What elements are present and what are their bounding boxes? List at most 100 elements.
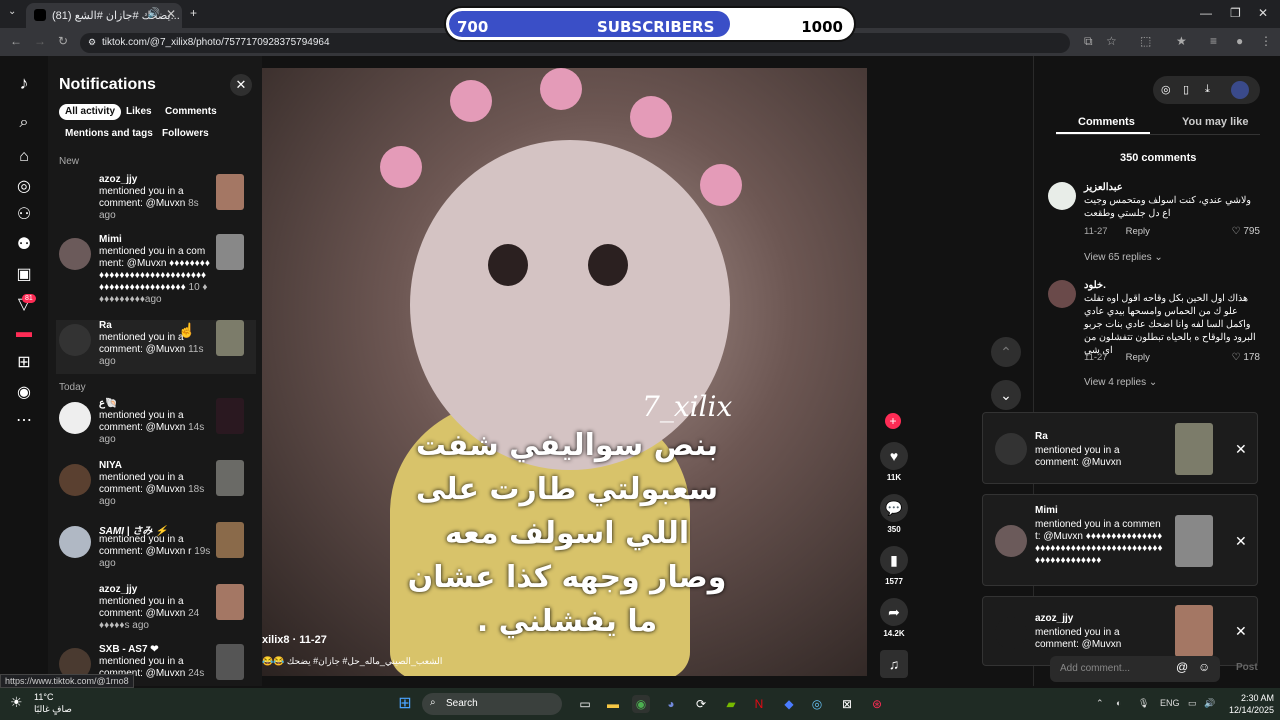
- tray-chevron-icon[interactable]: ⌃: [1096, 698, 1104, 709]
- browser-tab[interactable]: (81) يضحك #جازان #الشع... 🔊 ✕: [26, 3, 182, 28]
- video-thumbnail[interactable]: [216, 174, 244, 210]
- mention-icon[interactable]: @: [1176, 660, 1188, 674]
- video-thumbnail[interactable]: [1175, 515, 1213, 567]
- following-icon[interactable]: ⚇: [15, 206, 33, 224]
- follow-plus-icon[interactable]: +: [885, 413, 901, 429]
- add-comment-input[interactable]: Add comment...: [1050, 656, 1220, 682]
- netflix-icon[interactable]: N: [750, 695, 768, 713]
- search-icon[interactable]: ⌕: [15, 114, 33, 132]
- reading-list-icon[interactable]: ≡: [1210, 34, 1217, 48]
- extensions-icon[interactable]: ⬚: [1140, 34, 1151, 48]
- emoji-icon[interactable]: ☺: [1198, 660, 1210, 674]
- windows-start-icon[interactable]: ⊞: [396, 695, 414, 713]
- notification-toast[interactable]: Ra mentioned you in a comment: @Muvxn ✕: [982, 412, 1258, 484]
- task-view-icon[interactable]: ▭: [576, 695, 594, 713]
- toast-close-icon[interactable]: ✕: [1235, 533, 1247, 550]
- video-thumbnail[interactable]: [216, 584, 244, 620]
- home-icon[interactable]: ⌂: [15, 148, 33, 166]
- microphone-icon[interactable]: 🎙: [1138, 698, 1149, 709]
- app-icon[interactable]: ◆: [780, 695, 798, 713]
- chrome-icon[interactable]: ◉: [632, 695, 650, 713]
- profile-avatar-icon[interactable]: ●: [1236, 34, 1243, 48]
- music-disc-icon[interactable]: ♫: [880, 650, 908, 678]
- comment-author[interactable]: خلود.: [1084, 280, 1106, 291]
- forward-icon[interactable]: →: [34, 34, 46, 48]
- site-info-icon[interactable]: ⚙: [88, 37, 96, 48]
- tab-comments[interactable]: Comments: [1078, 116, 1135, 128]
- video-thumbnail[interactable]: [1175, 423, 1213, 475]
- comment-icon[interactable]: 💬: [880, 494, 908, 522]
- install-app-icon[interactable]: ⧉: [1084, 34, 1093, 49]
- back-icon[interactable]: ←: [10, 34, 22, 48]
- video-thumbnail[interactable]: [216, 398, 244, 434]
- volume-icon[interactable]: 🔊: [1204, 698, 1215, 709]
- video-author[interactable]: xilix8 · 11-27: [262, 634, 327, 646]
- reload-icon[interactable]: ↻: [58, 34, 68, 48]
- compass-icon[interactable]: ◎: [1161, 83, 1171, 96]
- reply-button[interactable]: Reply: [1126, 352, 1150, 363]
- post-button[interactable]: Post: [1236, 662, 1258, 673]
- view-replies-button[interactable]: View 4 replies: [1084, 377, 1146, 388]
- steam-icon[interactable]: ◎: [808, 695, 826, 713]
- video-thumbnail[interactable]: [216, 460, 244, 496]
- video-thumbnail[interactable]: [216, 320, 244, 356]
- tab-you-may-like[interactable]: You may like: [1182, 116, 1248, 128]
- filter-all-activity[interactable]: All activity: [59, 104, 122, 120]
- tab-search-icon[interactable]: ⌄: [8, 6, 16, 17]
- tab-close-icon[interactable]: ✕: [166, 7, 176, 21]
- input-language[interactable]: ENG: [1160, 698, 1180, 708]
- toast-close-icon[interactable]: ✕: [1235, 623, 1247, 640]
- video-thumbnail[interactable]: [216, 522, 244, 558]
- phone-icon[interactable]: ▯: [1183, 83, 1189, 96]
- notification-toast[interactable]: Mimi mentioned you in a comment: @Muvxn …: [982, 494, 1258, 586]
- nvidia-icon[interactable]: ▰: [722, 695, 740, 713]
- menu-kebab-icon[interactable]: ⋮: [1260, 34, 1272, 48]
- heart-outline-icon[interactable]: ♡: [1232, 226, 1244, 237]
- previous-video-icon[interactable]: ⌃: [991, 337, 1021, 367]
- video-thumbnail[interactable]: [216, 234, 244, 270]
- live-icon[interactable]: ▣: [15, 266, 33, 284]
- messages-icon[interactable]: ▬: [15, 324, 33, 342]
- profile-icon[interactable]: ◉: [15, 384, 33, 402]
- close-icon[interactable]: ✕: [230, 74, 252, 96]
- heart-icon[interactable]: ♥: [880, 442, 908, 470]
- tray-app-icon[interactable]: ◐: [1116, 698, 1121, 708]
- filter-likes[interactable]: Likes: [120, 104, 158, 120]
- more-icon[interactable]: ⋯: [15, 412, 33, 430]
- new-tab-icon[interactable]: +: [190, 6, 197, 20]
- filter-comments[interactable]: Comments: [159, 104, 223, 120]
- comment-author[interactable]: عبدالعزيز: [1084, 182, 1123, 193]
- avatar[interactable]: [1048, 182, 1076, 210]
- app-icon[interactable]: ⊛: [868, 695, 886, 713]
- comment-action[interactable]: 💬 350: [880, 494, 908, 534]
- download-icon[interactable]: ⤓: [1205, 83, 1210, 96]
- taskbar-clock[interactable]: 2:30 AM 12/14/2025: [1222, 692, 1274, 716]
- filter-mentions[interactable]: Mentions and tags: [59, 126, 159, 142]
- explore-icon[interactable]: ◎: [15, 178, 33, 196]
- file-explorer-icon[interactable]: ▬: [604, 695, 622, 713]
- bookmark-star-icon[interactable]: ☆: [1106, 34, 1117, 48]
- view-replies-button[interactable]: View 65 replies: [1084, 252, 1152, 263]
- display-icon[interactable]: ▭: [1188, 698, 1197, 709]
- taskbar-search[interactable]: ⌕ Search: [422, 693, 562, 715]
- speaker-icon[interactable]: 🔊: [148, 8, 160, 19]
- discord-icon[interactable]: ◕: [662, 695, 680, 713]
- heart-outline-icon[interactable]: ♡: [1232, 352, 1244, 363]
- reply-button[interactable]: Reply: [1126, 226, 1150, 237]
- video-thumbnail[interactable]: [216, 644, 244, 680]
- upload-icon[interactable]: ⊞: [15, 354, 33, 372]
- restore-icon[interactable]: ❐: [1230, 6, 1241, 20]
- friends-icon[interactable]: ⚉: [15, 236, 33, 254]
- sound-action[interactable]: ♫: [880, 650, 908, 678]
- share-action[interactable]: ➦ 14.2K: [880, 598, 908, 638]
- tiktok-logo-icon[interactable]: ♪: [15, 74, 33, 92]
- app-icon[interactable]: ⟳: [692, 695, 710, 713]
- like-action[interactable]: ♥ 11K: [880, 442, 908, 482]
- video-thumbnail[interactable]: [1175, 605, 1213, 657]
- bookmark-icon[interactable]: ▮: [880, 546, 908, 574]
- video-player[interactable]: 7_xilix بنص سواليفي شفت سعبولتي طارت على…: [262, 68, 867, 676]
- favorites-icon[interactable]: ★: [1176, 34, 1187, 48]
- filter-followers[interactable]: Followers: [156, 126, 215, 142]
- app-icon[interactable]: ⊠: [838, 695, 856, 713]
- user-avatar-icon[interactable]: [1231, 81, 1249, 99]
